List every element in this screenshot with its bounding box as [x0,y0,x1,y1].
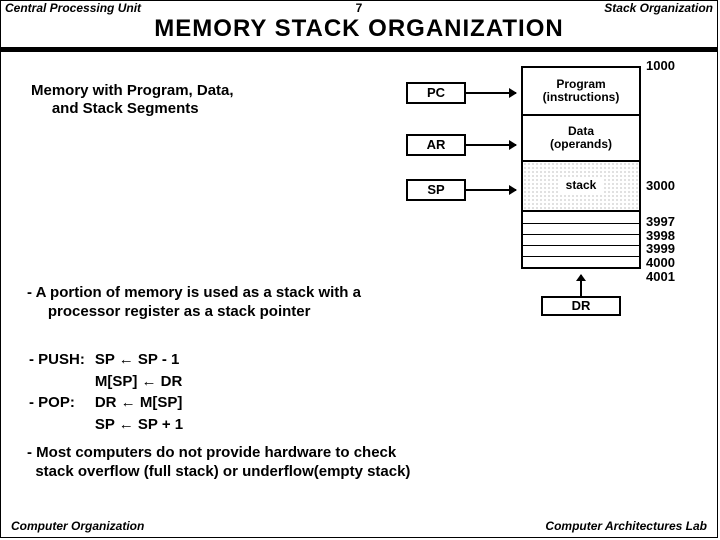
bullet-stack-desc: - A portion of memory is used as a stack… [27,284,507,322]
content-area: Memory with Program, Data, and Stack Seg… [1,52,717,522]
pop-op1: DR ← M[SP] [95,393,191,413]
ar-register: AR [406,134,466,156]
footer-left: Computer Organization [11,519,144,533]
push-label: - PUSH: [29,350,93,370]
subtitle-line2: and Stack Segments [52,100,199,117]
arrow-pc [466,92,516,94]
arrow-ar [466,144,516,146]
push-op1: SP ← SP - 1 [95,350,191,370]
bullet2-line1: - Most computers do not provide hardware… [27,444,396,461]
address-3000: 3000 [646,178,675,193]
addr-row: 4000 [646,256,675,270]
footer-right: Computer Architectures Lab [545,519,707,533]
header-right: Stack Organization [604,1,713,15]
program-label-1: Program [556,77,605,91]
operations-table: - PUSH: SP ← SP - 1 M[SP] ← DR - POP: DR… [27,348,193,436]
stack-label: stack [560,179,603,192]
address-1000: 1000 [646,58,675,73]
page-number: 7 [356,1,363,15]
pop-op2: SP ← SP + 1 [95,415,191,435]
data-segment: Data (operands) [521,116,641,162]
data-label-2: (operands) [550,137,612,151]
bullet2-line2: stack overflow (full stack) or underflow… [35,463,410,480]
stack-row [523,245,639,256]
stack-row [523,212,639,223]
bullet1-line2: processor register as a stack pointer [48,303,311,320]
addr-row: 3997 [646,215,675,229]
header: Central Processing Unit 7 Stack Organiza… [1,1,717,17]
slide-title: MEMORY STACK ORGANIZATION [1,15,717,43]
dr-connector [580,275,582,296]
header-left: Central Processing Unit [5,1,141,15]
bullet1-line1: - A portion of memory is used as a stack… [27,284,361,301]
slide: Central Processing Unit 7 Stack Organiza… [0,0,718,538]
pop-label: - POP: [29,393,93,413]
push-op2: M[SP] ← DR [95,372,191,392]
program-label-2: (instructions) [543,90,620,104]
pc-register: PC [406,82,466,104]
subtitle: Memory with Program, Data, and Stack Seg… [31,82,234,118]
arrow-sp [466,189,516,191]
stack-segment: stack [521,162,641,212]
addr-row: 4001 [646,270,675,284]
dr-register: DR [541,296,621,316]
footer: Computer Organization Computer Architect… [1,519,717,533]
sp-register: SP [406,179,466,201]
memory-column: Program (instructions) Data (operands) s… [521,66,641,269]
stack-row [523,223,639,234]
bullet-overflow: - Most computers do not provide hardware… [27,444,587,482]
addr-row: 3999 [646,242,675,256]
stack-row [523,256,639,267]
data-label-1: Data [568,124,594,138]
stack-row [523,234,639,245]
subtitle-line1: Memory with Program, Data, [31,82,234,99]
stack-rows [521,212,641,269]
addr-row: 3998 [646,229,675,243]
program-segment: Program (instructions) [521,66,641,116]
address-list: 3997 3998 3999 4000 4001 [646,215,675,283]
